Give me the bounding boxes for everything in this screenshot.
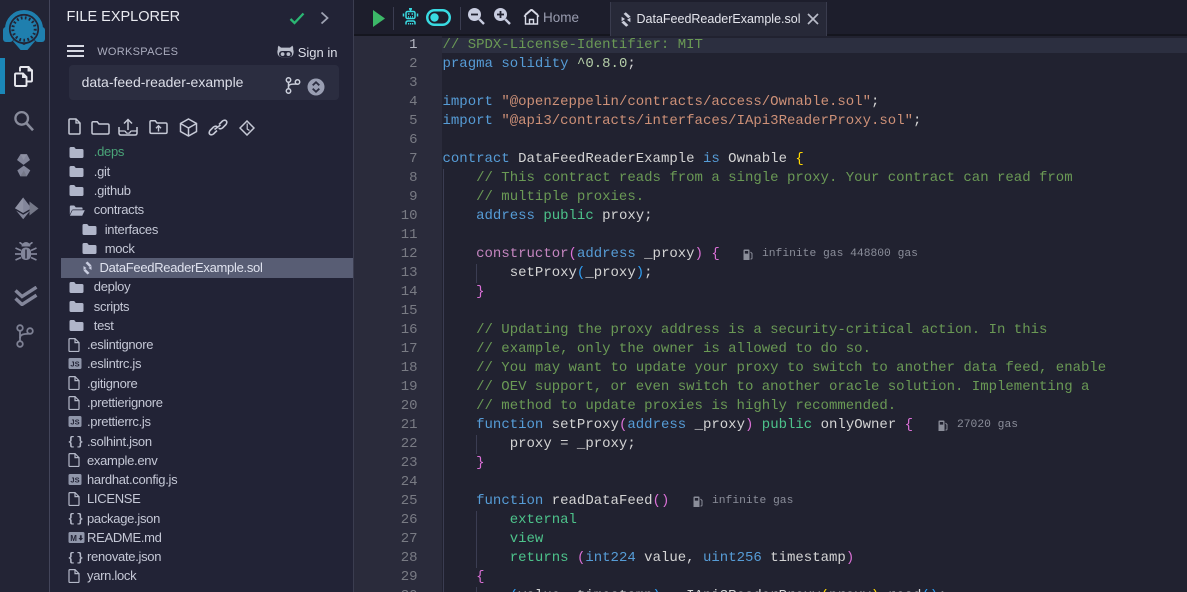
svg-text:JS: JS: [70, 360, 79, 369]
svg-text:M: M: [70, 533, 77, 542]
svg-text:JS: JS: [70, 418, 79, 427]
svg-text:JS: JS: [70, 475, 79, 484]
